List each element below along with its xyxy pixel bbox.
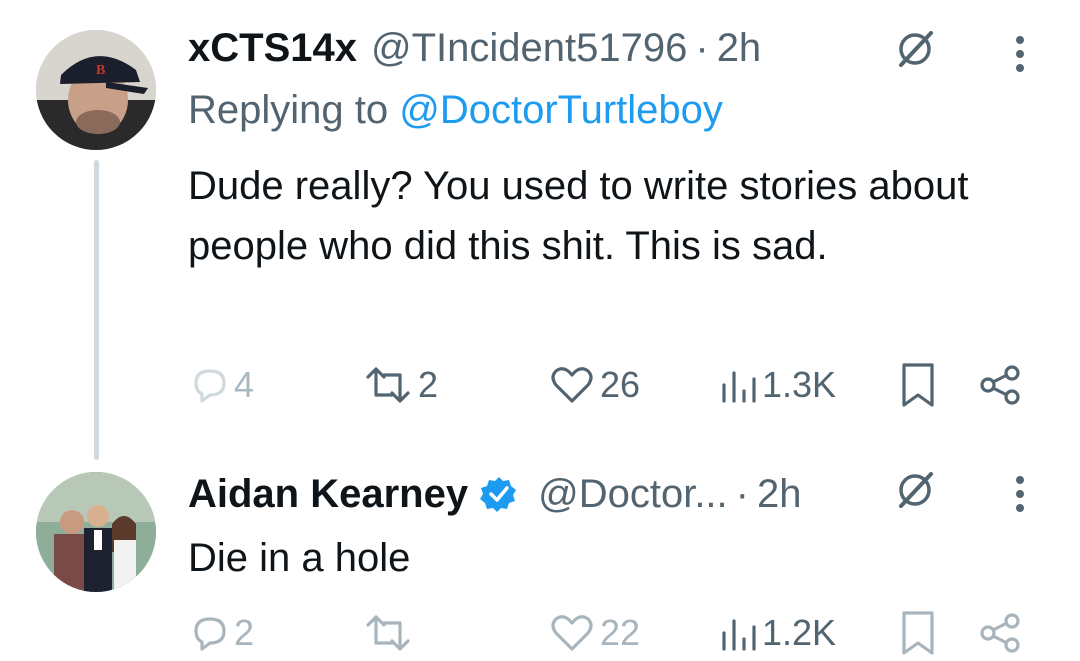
views-count: 1.2K — [762, 612, 837, 653]
views-icon — [722, 619, 756, 651]
action-bar: 4 2 26 1.3K — [0, 360, 1080, 410]
share-icon — [980, 365, 1020, 405]
share-icon — [980, 613, 1020, 653]
retweet-button[interactable]: 2 — [360, 360, 438, 410]
retweet-count: 2 — [418, 364, 439, 405]
grok-icon[interactable] — [893, 468, 937, 512]
like-button[interactable]: 26 — [548, 360, 640, 410]
reply-button[interactable]: 2 — [188, 608, 254, 658]
separator: · — [695, 25, 709, 70]
retweet-icon — [366, 367, 410, 403]
action-bar: 2 22 1.2K — [0, 608, 1080, 658]
bookmark-button[interactable] — [896, 360, 940, 410]
like-button[interactable]: 22 — [548, 608, 640, 658]
replying-prefix: Replying to — [188, 88, 389, 132]
user-handle[interactable]: @TIncident51796 — [371, 26, 687, 71]
more-icon[interactable] — [1010, 472, 1030, 516]
more-icon[interactable] — [1010, 32, 1030, 76]
like-count: 22 — [600, 612, 641, 653]
reply-count: 2 — [234, 612, 255, 653]
like-count: 26 — [600, 364, 641, 405]
verified-badge-icon — [480, 477, 517, 512]
tweet-text: Die in a hole — [188, 536, 411, 580]
thread-line — [94, 160, 99, 460]
retweet-button[interactable] — [360, 608, 418, 658]
views-button[interactable]: 1.3K — [716, 360, 836, 410]
bookmark-button[interactable] — [896, 608, 940, 658]
reply-icon — [194, 369, 226, 403]
like-icon — [551, 367, 593, 403]
display-name[interactable]: Aidan Kearney — [188, 472, 468, 517]
reply-button[interactable]: 4 — [188, 360, 254, 410]
avatar[interactable]: B — [36, 30, 156, 150]
tweet-header: xCTS14x @TIncident51796 · 2h — [188, 22, 761, 74]
bookmark-icon — [902, 611, 934, 655]
separator: · — [735, 471, 749, 516]
display-name[interactable]: xCTS14x — [188, 26, 357, 71]
share-button[interactable] — [976, 608, 1024, 658]
views-icon — [722, 371, 756, 403]
avatar[interactable] — [36, 472, 156, 592]
reply-icon — [194, 617, 226, 651]
views-count: 1.3K — [762, 364, 837, 405]
like-icon — [551, 615, 593, 651]
tweet-2[interactable]: Aidan Kearney @Doctor... · 2h Die in a h… — [0, 440, 1080, 661]
mention-link[interactable]: @DoctorTurtleboy — [399, 88, 723, 132]
share-button[interactable] — [976, 360, 1024, 410]
replying-to: Replying to @DoctorTurtleboy — [188, 88, 723, 133]
svg-text:B: B — [96, 63, 105, 78]
tweet-text: Dude really? You used to write stories a… — [188, 164, 969, 268]
tweet-1[interactable]: B xCTS14x @TIncident51796 · 2h Replying … — [0, 0, 1080, 460]
bookmark-icon — [902, 363, 934, 407]
grok-icon[interactable] — [893, 27, 937, 71]
retweet-icon — [366, 615, 410, 651]
timestamp[interactable]: 2h — [757, 472, 802, 517]
timestamp[interactable]: 2h — [717, 26, 762, 71]
views-button[interactable]: 1.2K — [716, 608, 836, 658]
reply-count: 4 — [234, 364, 255, 405]
user-handle[interactable]: @Doctor... — [538, 472, 728, 517]
tweet-header: Aidan Kearney @Doctor... · 2h — [188, 468, 802, 520]
